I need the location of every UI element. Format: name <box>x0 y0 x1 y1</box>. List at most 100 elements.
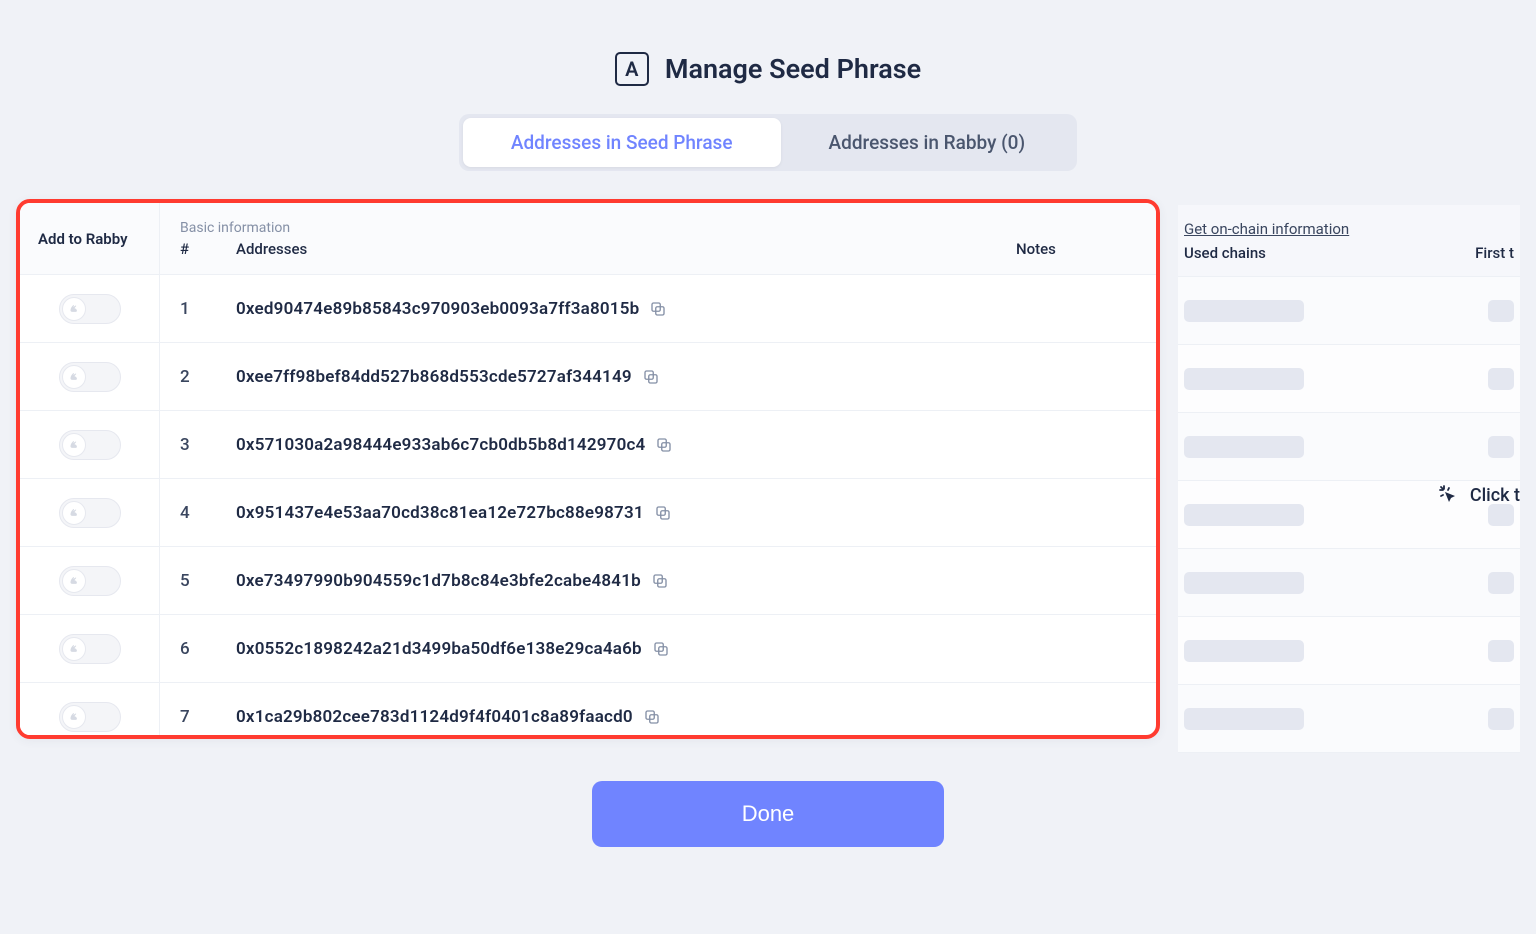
onchain-row <box>1178 685 1520 753</box>
toggle-row <box>20 275 159 343</box>
rabbit-icon <box>62 569 86 593</box>
skeleton-first <box>1488 640 1514 662</box>
address-cell: 0x571030a2a98444e933ab6c7cb0db5b8d142970… <box>236 435 1016 455</box>
skeleton-first <box>1488 300 1514 322</box>
add-to-rabby-toggle[interactable] <box>59 634 121 664</box>
table-row: 20xee7ff98bef84dd527b868d553cde5727af344… <box>160 343 1156 411</box>
address-text: 0x0552c1898242a21d3499ba50df6e138e29ca4a… <box>236 639 642 659</box>
toggle-row <box>20 343 159 411</box>
skeleton-first <box>1488 368 1514 390</box>
row-index: 6 <box>180 639 236 659</box>
copy-icon[interactable] <box>652 640 670 658</box>
copy-icon[interactable] <box>651 572 669 590</box>
address-text: 0x1ca29b802cee783d1124d9f4f0401c8a89faac… <box>236 707 633 727</box>
get-onchain-link[interactable]: Get on-chain information <box>1184 220 1514 238</box>
address-text: 0xed90474e89b85843c970903eb0093a7ff3a801… <box>236 299 639 319</box>
addresses-table: Add to Rabby Basic information # Address… <box>16 199 1160 739</box>
onchain-row <box>1178 345 1520 413</box>
rabbit-icon <box>62 501 86 525</box>
toggle-row <box>20 547 159 615</box>
table-row: 40x951437e4e53aa70cd38c81ea12e727bc88e98… <box>160 479 1156 547</box>
column-header-first-t: First t <box>1475 244 1514 262</box>
onchain-header: Get on-chain information Used chains Fir… <box>1178 205 1520 277</box>
copy-icon[interactable] <box>642 368 660 386</box>
onchain-row <box>1178 617 1520 685</box>
address-text: 0xee7ff98bef84dd527b868d553cde5727af3441… <box>236 367 632 387</box>
address-text: 0xe73497990b904559c1d7b8c84e3bfe2cabe484… <box>236 571 641 591</box>
table-row: 30x571030a2a98444e933ab6c7cb0db5b8d14297… <box>160 411 1156 479</box>
skeleton-used-chains <box>1184 572 1304 594</box>
skeleton-used-chains <box>1184 708 1304 730</box>
onchain-row <box>1178 413 1520 481</box>
add-to-rabby-header: Add to Rabby <box>20 203 159 275</box>
tab-group: Addresses in Seed Phrase Addresses in Ra… <box>459 114 1077 171</box>
skeleton-used-chains <box>1184 640 1304 662</box>
copy-icon[interactable] <box>643 708 661 726</box>
tabs: Addresses in Seed Phrase Addresses in Ra… <box>0 114 1536 171</box>
add-to-rabby-label: Add to Rabby <box>38 230 128 248</box>
done-button[interactable]: Done <box>592 781 944 847</box>
copy-icon[interactable] <box>649 300 667 318</box>
column-header-addresses: Addresses <box>236 240 1016 258</box>
row-index: 4 <box>180 503 236 523</box>
add-to-rabby-toggle[interactable] <box>59 566 121 596</box>
toggle-row <box>20 683 159 735</box>
rabbit-icon <box>62 705 86 729</box>
address-cell: 0xe73497990b904559c1d7b8c84e3bfe2cabe484… <box>236 571 1016 591</box>
add-to-rabby-toggle[interactable] <box>59 430 121 460</box>
seed-phrase-icon-letter: A <box>625 57 638 81</box>
row-index: 5 <box>180 571 236 591</box>
add-to-rabby-toggle[interactable] <box>59 294 121 324</box>
rabbit-icon <box>62 365 86 389</box>
toggle-row <box>20 615 159 683</box>
basic-information-label: Basic information <box>160 220 1156 236</box>
onchain-row <box>1178 549 1520 617</box>
rabbit-icon <box>62 433 86 457</box>
skeleton-used-chains <box>1184 504 1304 526</box>
copy-icon[interactable] <box>654 504 672 522</box>
page-title: Manage Seed Phrase <box>665 53 921 85</box>
address-cell: 0x951437e4e53aa70cd38c81ea12e727bc88e987… <box>236 503 1016 523</box>
basic-information-column: Basic information # Addresses Notes 10xe… <box>160 203 1156 735</box>
onchain-row <box>1178 277 1520 345</box>
skeleton-used-chains <box>1184 300 1304 322</box>
copy-icon[interactable] <box>655 436 673 454</box>
add-to-rabby-toggle[interactable] <box>59 702 121 732</box>
address-cell: 0x1ca29b802cee783d1124d9f4f0401c8a89faac… <box>236 707 1016 727</box>
skeleton-used-chains <box>1184 368 1304 390</box>
column-header-index: # <box>180 240 236 258</box>
row-index: 3 <box>180 435 236 455</box>
onchain-row <box>1178 481 1520 549</box>
row-index: 1 <box>180 299 236 319</box>
toggle-row <box>20 411 159 479</box>
table-row: 50xe73497990b904559c1d7b8c84e3bfe2cabe48… <box>160 547 1156 615</box>
address-cell: 0x0552c1898242a21d3499ba50df6e138e29ca4a… <box>236 639 1016 659</box>
row-index: 7 <box>180 707 236 727</box>
skeleton-first <box>1488 504 1514 526</box>
onchain-panel: Get on-chain information Used chains Fir… <box>1178 199 1520 753</box>
row-index: 2 <box>180 367 236 387</box>
skeleton-first <box>1488 436 1514 458</box>
address-cell: 0xed90474e89b85843c970903eb0093a7ff3a801… <box>236 299 1016 319</box>
address-cell: 0xee7ff98bef84dd527b868d553cde5727af3441… <box>236 367 1016 387</box>
add-to-rabby-toggle[interactable] <box>59 498 121 528</box>
address-text: 0x951437e4e53aa70cd38c81ea12e727bc88e987… <box>236 503 644 523</box>
table-row: 70x1ca29b802cee783d1124d9f4f0401c8a89faa… <box>160 683 1156 735</box>
seed-phrase-icon: A <box>615 52 649 86</box>
toggle-row <box>20 479 159 547</box>
rabbit-icon <box>62 637 86 661</box>
tab-addresses-in-seed-phrase[interactable]: Addresses in Seed Phrase <box>463 118 781 167</box>
table-row: 60x0552c1898242a21d3499ba50df6e138e29ca4… <box>160 615 1156 683</box>
table-row: 10xed90474e89b85843c970903eb0093a7ff3a80… <box>160 275 1156 343</box>
onchain-rows: Click t <box>1178 277 1520 753</box>
skeleton-first <box>1488 572 1514 594</box>
skeleton-first <box>1488 708 1514 730</box>
column-header-used-chains: Used chains <box>1184 244 1266 262</box>
add-to-rabby-toggle[interactable] <box>59 362 121 392</box>
tab-addresses-in-rabby[interactable]: Addresses in Rabby (0) <box>781 118 1074 167</box>
page-header: A Manage Seed Phrase <box>0 0 1536 114</box>
rabbit-icon <box>62 297 86 321</box>
column-header-notes: Notes <box>1016 240 1136 258</box>
add-to-rabby-column: Add to Rabby <box>20 203 160 735</box>
skeleton-used-chains <box>1184 436 1304 458</box>
